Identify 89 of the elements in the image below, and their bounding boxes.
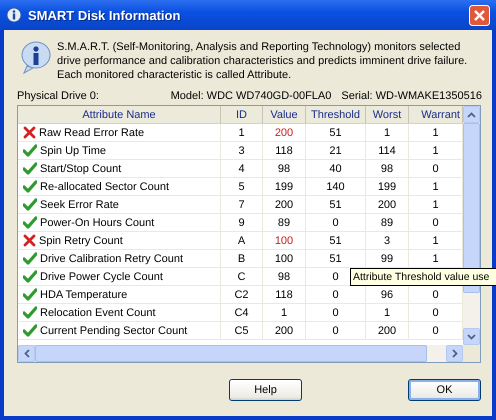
table-cell-text: A bbox=[238, 234, 246, 248]
attribute-name: Spin Up Time bbox=[40, 144, 106, 158]
table-cell-text: 89 bbox=[380, 216, 394, 230]
table-cell-text: 118 bbox=[275, 288, 293, 302]
table-cell-text: 114 bbox=[378, 144, 396, 158]
horizontal-scrollbar[interactable] bbox=[18, 345, 480, 362]
table-cell-text: 200 bbox=[274, 126, 294, 140]
table-cell-text: 0 bbox=[332, 288, 339, 302]
table-cell-text: 1 bbox=[238, 126, 245, 140]
table-cell-text: 98 bbox=[278, 270, 290, 284]
table-cell-text: 7 bbox=[238, 198, 245, 212]
column-header[interactable]: ID bbox=[221, 106, 263, 123]
attribute-name: Raw Read Error Rate bbox=[39, 126, 144, 140]
table-cell-text: 1 bbox=[432, 234, 439, 248]
drive-model: Model: WDC WD740GD-00FLA0 bbox=[170, 89, 332, 103]
attribute-name: Re-allocated Sector Count bbox=[40, 180, 170, 194]
table-cell-text: 1 bbox=[432, 144, 439, 158]
description-text: S.M.A.R.T. (Self-Monitoring, Analysis and Reporting Technology) monitors selected drive performance and calibration characteristics and predicts imminent drive failure. Each monitored characteristic is called Attribute. bbox=[57, 40, 468, 82]
attribute-name: Power-On Hours Count bbox=[40, 216, 154, 230]
info-icon bbox=[19, 40, 53, 74]
attribute-name: Relocation Event Count bbox=[40, 306, 156, 320]
table-cell-text: 1 bbox=[432, 198, 439, 212]
table-cell-text: 98 bbox=[278, 162, 290, 176]
attribute-name: Seek Error Rate bbox=[40, 198, 119, 212]
info-icon bbox=[6, 7, 22, 23]
column-header[interactable]: Threshold bbox=[306, 106, 366, 123]
table-cell-text: 0 bbox=[332, 306, 339, 320]
table-cell-text: 89 bbox=[278, 216, 290, 230]
scrollbar-corner bbox=[463, 345, 480, 362]
table-cell-text: 1 bbox=[384, 306, 390, 320]
table-cell-text: 1 bbox=[280, 306, 288, 320]
table-cell-text: 1 bbox=[384, 126, 390, 140]
table-cell-text: 51 bbox=[329, 126, 342, 140]
attribute-name: Spin Retry Count bbox=[39, 234, 123, 248]
table-cell-text: 3 bbox=[238, 144, 245, 158]
table-cell-text: B bbox=[238, 252, 246, 266]
table-cell-text: 9 bbox=[238, 216, 245, 230]
table-cell-text: 51 bbox=[329, 234, 342, 248]
table-cell-text: 200 bbox=[274, 324, 294, 338]
table-cell-text: 200 bbox=[274, 198, 294, 212]
scroll-thumb[interactable] bbox=[35, 345, 427, 362]
table-cell-text: 40 bbox=[329, 162, 342, 176]
attribute-name: Start/Stop Count bbox=[40, 162, 122, 176]
table-cell-text: C5 bbox=[234, 324, 249, 338]
close-icon[interactable] bbox=[469, 4, 490, 26]
table-cell-text: 0 bbox=[432, 162, 439, 176]
attribute-name: Drive Power Cycle Count bbox=[40, 270, 163, 284]
table-cell-text: 51 bbox=[329, 198, 342, 212]
table-cell-text: C4 bbox=[234, 306, 249, 320]
table-cell-text: 1 bbox=[432, 126, 439, 140]
table-cell-text: 200 bbox=[378, 198, 396, 212]
table-cell-text: 4 bbox=[238, 162, 245, 176]
attribute-name: HDA Temperature bbox=[40, 288, 128, 302]
table-cell-text: 0 bbox=[432, 216, 439, 230]
table-cell-text: 118 bbox=[275, 144, 293, 158]
table-cell-text: 0 bbox=[432, 288, 439, 302]
column-header[interactable]: Value bbox=[263, 106, 306, 123]
table-cell-text: 51 bbox=[329, 252, 342, 266]
table-cell-text: 1 bbox=[432, 180, 439, 194]
column-header[interactable]: Worst bbox=[366, 106, 409, 123]
table-cell-text: 96 bbox=[380, 288, 394, 302]
table-cell-text: C2 bbox=[234, 288, 249, 302]
table-cell-text: 0 bbox=[432, 324, 439, 338]
table-cell-text: 99 bbox=[380, 252, 394, 266]
table-cell-text: 199 bbox=[378, 180, 396, 194]
drive-label: Physical Drive 0: bbox=[17, 89, 100, 103]
dialog-button[interactable]: Help bbox=[229, 379, 302, 401]
table-cell-text: 5 bbox=[238, 180, 245, 194]
table-cell-text: 0 bbox=[332, 324, 339, 338]
dialog-button[interactable]: OK bbox=[408, 379, 481, 401]
table-cell-text: 200 bbox=[378, 324, 396, 338]
table-cell-text: 1 bbox=[432, 252, 439, 266]
attribute-name: Drive Calibration Retry Count bbox=[40, 252, 184, 266]
table-cell-text: 0 bbox=[332, 216, 339, 230]
table-cell-text: 0 bbox=[432, 306, 439, 320]
attribute-name: Current Pending Sector Count bbox=[40, 324, 188, 338]
column-header[interactable]: Attribute Name bbox=[18, 106, 221, 123]
table-cell-text: 3 bbox=[384, 234, 390, 248]
table-cell-text: 100 bbox=[274, 234, 294, 248]
table-cell-text: 21 bbox=[329, 144, 342, 158]
table-cell-text: 0 bbox=[332, 270, 339, 284]
table-cell-text: 98 bbox=[380, 162, 394, 176]
tooltip: Attribute Threshold value use bbox=[350, 268, 496, 286]
drive-serial: Serial: WD-WMAKE1350516 bbox=[341, 89, 482, 103]
table-cell-text: 100 bbox=[274, 252, 294, 266]
window-title: SMART Disk Information bbox=[28, 8, 182, 22]
table-cell-text: 140 bbox=[326, 180, 345, 194]
table-cell-text: 199 bbox=[274, 180, 294, 194]
table-cell-text: C bbox=[238, 270, 246, 284]
